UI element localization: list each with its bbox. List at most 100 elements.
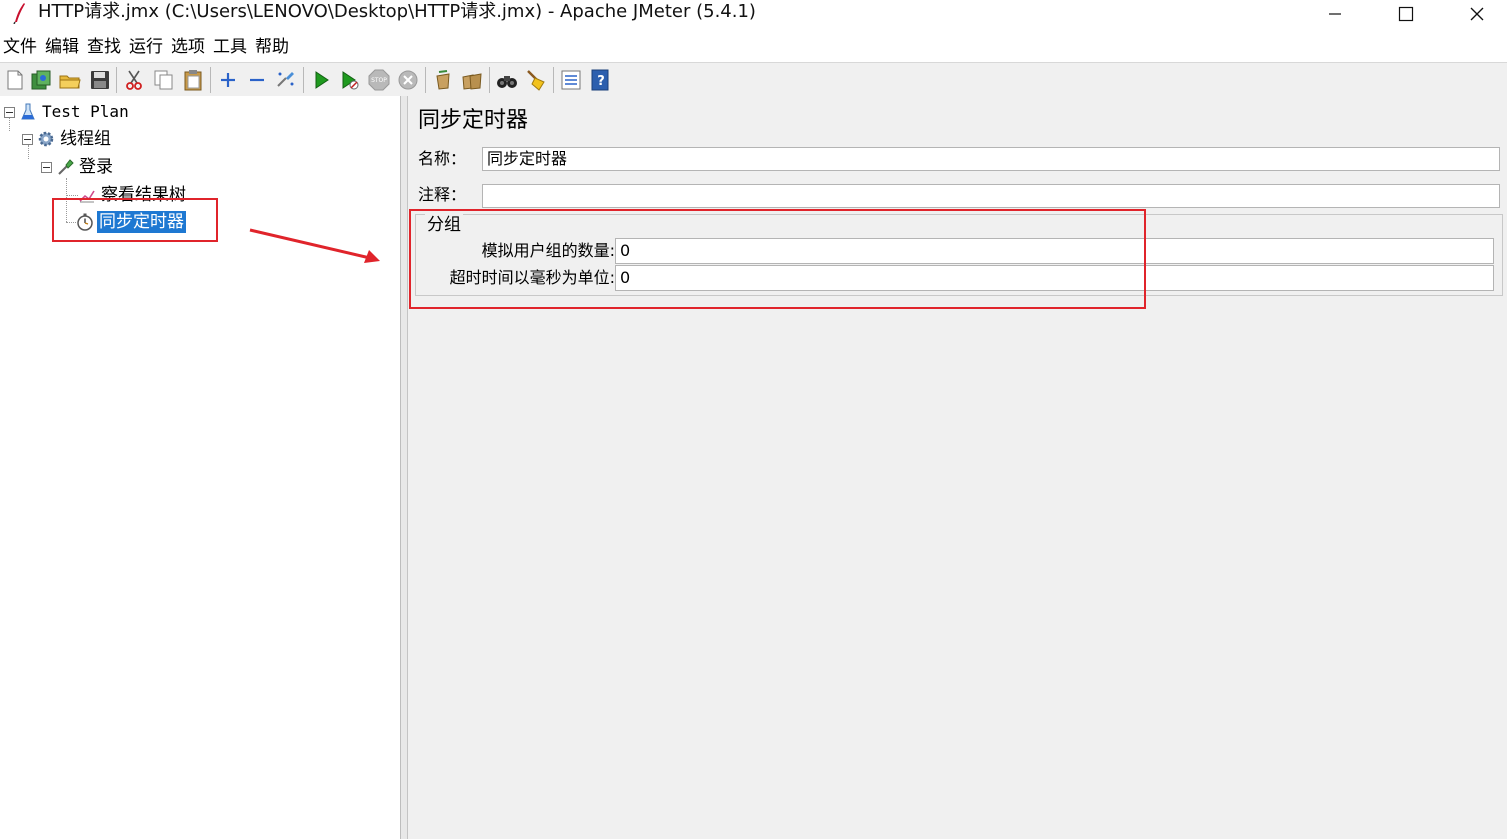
name-label: 名称：: [418, 149, 467, 168]
menu-tools[interactable]: 工具: [210, 34, 250, 60]
test-plan-icon: [21, 103, 35, 120]
close-button[interactable]: [1447, 0, 1507, 28]
tree-node-label: 线程组: [60, 129, 111, 149]
window-titlebar: HTTP请求.jmx (C:\Users\LENOVO\Desktop\HTTP…: [0, 0, 1507, 30]
collapse-toggle-icon[interactable]: [41, 161, 52, 173]
menu-help[interactable]: 帮助: [252, 34, 292, 60]
clear-all-icon: [462, 73, 482, 90]
grouping-section-title: 分组: [425, 213, 463, 237]
save-icon: [91, 71, 109, 89]
clear-all-button[interactable]: [460, 68, 484, 92]
timer-stopwatch-icon: [77, 213, 93, 231]
function-helper-button[interactable]: [559, 68, 583, 92]
start-button[interactable]: [309, 68, 333, 92]
help-button[interactable]: ?: [588, 68, 612, 92]
collapse-toggle-icon[interactable]: [4, 106, 15, 118]
comment-field[interactable]: [482, 184, 1500, 208]
thread-group-gear-icon: [38, 131, 54, 147]
users-count-label: 模拟用户组的数量:: [481, 241, 615, 260]
toolbar-separator: [303, 67, 304, 93]
toolbar-separator: [553, 67, 554, 93]
templates-icon: [31, 70, 51, 90]
toggle-button[interactable]: [274, 68, 298, 92]
minimize-button[interactable]: [1305, 0, 1365, 28]
window-title: HTTP请求.jmx (C:\Users\LENOVO\Desktop\HTTP…: [38, 1, 756, 22]
listener-chart-icon: [79, 190, 95, 203]
tree-node-label-selected: 同步定时器: [97, 211, 186, 233]
tree-node-synchronizing-timer[interactable]: 同步定时器: [76, 210, 186, 234]
svg-text:?: ?: [597, 74, 605, 89]
tree-node-thread-group[interactable]: 线程组: [22, 127, 113, 151]
close-icon: [1470, 7, 1484, 21]
clear-button[interactable]: [431, 68, 455, 92]
tree-line: [66, 195, 78, 196]
test-plan-tree[interactable]: Test Plan 线程组 登录 察看结果树 同步定时器: [0, 96, 401, 839]
open-button[interactable]: [58, 68, 82, 92]
start-icon: [315, 71, 329, 89]
shutdown-button[interactable]: [396, 68, 420, 92]
menu-bar: 文件 编辑 查找 运行 选项 工具 帮助: [0, 34, 294, 60]
collapse-toggle-icon[interactable]: [22, 133, 33, 145]
search-icon: [497, 76, 517, 88]
new-button[interactable]: [3, 68, 27, 92]
copy-icon: [154, 70, 173, 90]
menu-search[interactable]: 查找: [84, 34, 124, 60]
start-no-pauses-button[interactable]: [338, 68, 362, 92]
menu-run[interactable]: 运行: [126, 34, 166, 60]
menu-edit[interactable]: 编辑: [42, 34, 82, 60]
name-field[interactable]: 同步定时器: [482, 147, 1500, 171]
expand-icon: [221, 73, 235, 87]
cut-icon: [126, 70, 142, 90]
paste-icon: [184, 70, 202, 91]
timeout-field[interactable]: 0: [615, 265, 1494, 291]
save-button[interactable]: [88, 68, 112, 92]
reset-search-icon: [527, 70, 545, 91]
cut-button[interactable]: [122, 68, 146, 92]
open-icon: [59, 75, 81, 89]
search-button[interactable]: [495, 68, 519, 92]
maximize-icon: [1398, 6, 1414, 22]
help-icon: ?: [591, 69, 609, 91]
tree-node-label: 察看结果树: [101, 185, 186, 205]
users-count-field[interactable]: 0: [615, 238, 1494, 264]
tree-line: [66, 178, 67, 222]
tree-node-label: 登录: [79, 157, 113, 177]
reset-search-button[interactable]: [524, 68, 548, 92]
toolbar-separator: [489, 67, 490, 93]
tree-node-login-sampler[interactable]: 登录: [41, 155, 115, 179]
page-title: 同步定时器: [418, 108, 529, 133]
toolbar: STOP ?: [0, 62, 1507, 97]
copy-button[interactable]: [152, 68, 176, 92]
start-no-pauses-icon: [342, 71, 359, 90]
panel-splitter[interactable]: [401, 96, 408, 839]
expand-all-button[interactable]: [216, 68, 240, 92]
function-helper-icon: [561, 70, 581, 90]
jmeter-feather-icon: [13, 3, 25, 24]
collapse-all-button[interactable]: [245, 68, 269, 92]
svg-text:STOP: STOP: [371, 77, 387, 84]
comment-label: 注释：: [418, 185, 467, 204]
stop-icon: STOP: [368, 69, 390, 91]
toolbar-separator: [210, 67, 211, 93]
templates-button[interactable]: [29, 68, 53, 92]
maximize-button[interactable]: [1376, 0, 1436, 28]
stop-button[interactable]: STOP: [367, 68, 391, 92]
minimize-icon: [1329, 13, 1341, 15]
tree-line: [66, 222, 76, 223]
paste-button[interactable]: [181, 68, 205, 92]
timeout-label: 超时时间以毫秒为单位:: [449, 268, 615, 287]
clear-icon: [436, 70, 450, 90]
menu-options[interactable]: 选项: [168, 34, 208, 60]
http-sampler-pipette-icon: [58, 159, 74, 175]
tree-node-label: Test Plan: [42, 102, 129, 121]
toggle-icon: [277, 72, 294, 87]
timer-properties-panel: 同步定时器 名称： 同步定时器 注释： 分组 模拟用户组的数量: 0 超时时间以…: [408, 96, 1507, 839]
new-icon: [7, 70, 23, 90]
collapse-icon: [250, 78, 264, 82]
toolbar-separator: [425, 67, 426, 93]
menu-file[interactable]: 文件: [0, 34, 40, 60]
toolbar-separator: [116, 67, 117, 93]
tree-node-test-plan[interactable]: Test Plan: [4, 100, 131, 124]
shutdown-icon: [398, 70, 418, 90]
tree-node-view-results-tree[interactable]: 察看结果树: [78, 183, 188, 207]
